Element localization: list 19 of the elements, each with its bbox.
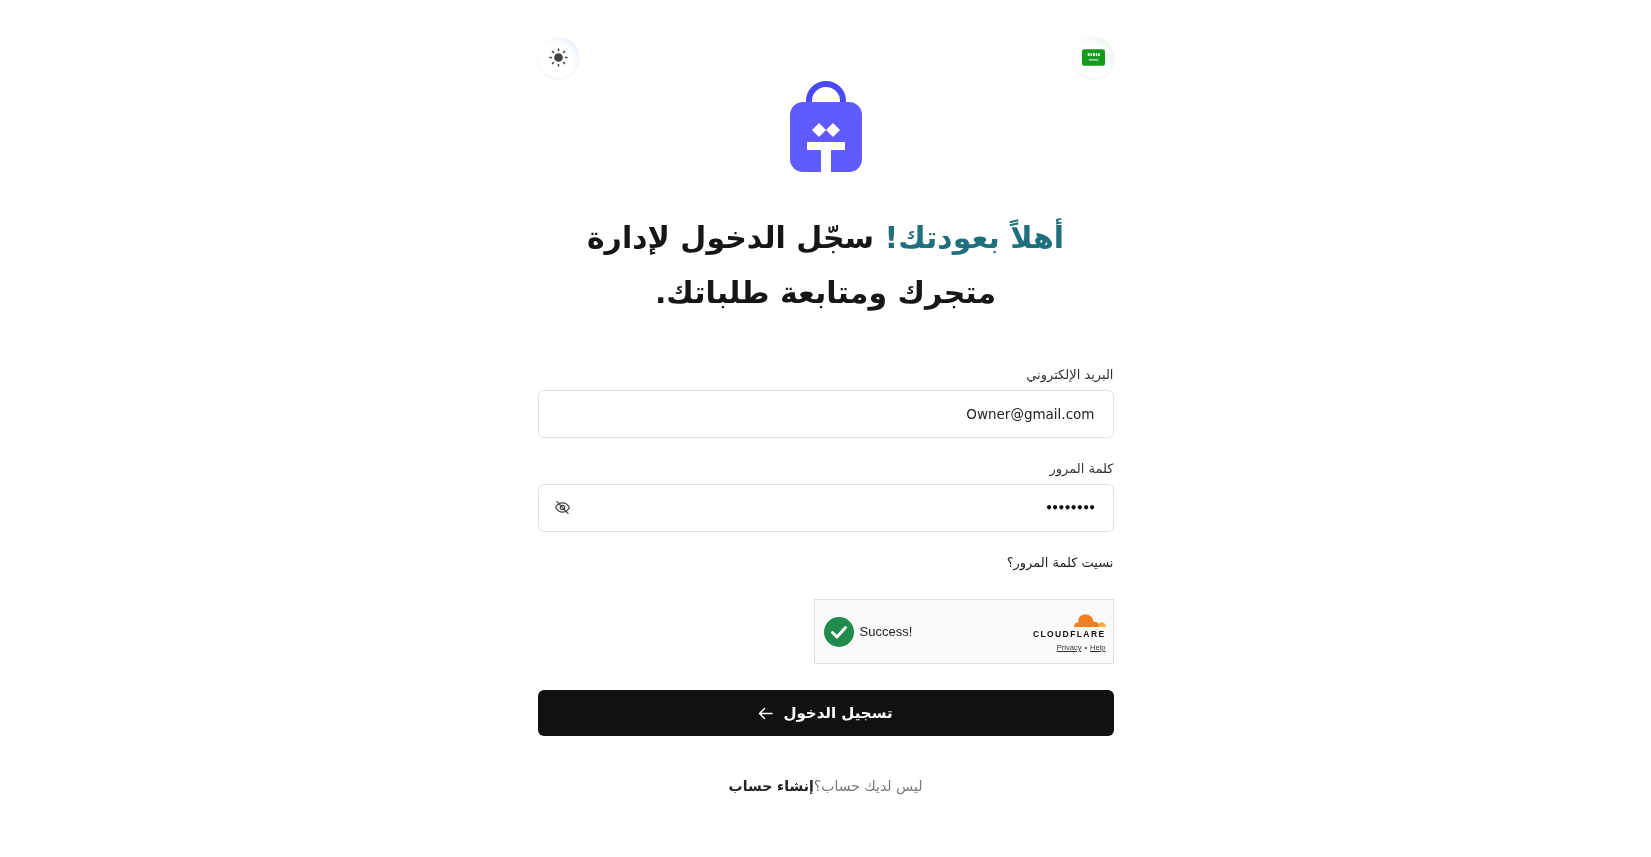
- sun-icon: [548, 48, 568, 67]
- email-field[interactable]: Owner@gmail.com: [537, 390, 1114, 438]
- brand-name: CLOUDFLARE: [1032, 628, 1106, 639]
- signup-prompt: ليس لديك حساب؟: [813, 778, 923, 794]
- eye-slash-icon[interactable]: [553, 499, 571, 516]
- welcome-heading: أهلاً بعودتك! سجّل الدخول لإدارة متجرك ومتابعة طلباتك.: [585, 217, 1066, 313]
- forgot-password-link[interactable]: نسيت كلمة المرور؟: [1006, 554, 1114, 570]
- theme-toggle-button[interactable]: [537, 37, 579, 78]
- password-label: كلمة المرور: [1049, 460, 1114, 476]
- captcha-status: Success!: [859, 624, 913, 639]
- arrow-left-icon: [758, 706, 774, 720]
- login-button[interactable]: تسجيل الدخول: [537, 690, 1114, 736]
- email-label: البريد الإلكتروني: [1026, 366, 1114, 382]
- language-button[interactable]: [1072, 37, 1114, 78]
- create-account-link[interactable]: إنشاء حساب: [728, 778, 814, 794]
- flag-icon: [1081, 49, 1105, 66]
- shopping-bag-icon: [789, 80, 862, 172]
- password-field[interactable]: ••••••••: [537, 484, 1114, 532]
- cloud-icon: [1071, 611, 1106, 627]
